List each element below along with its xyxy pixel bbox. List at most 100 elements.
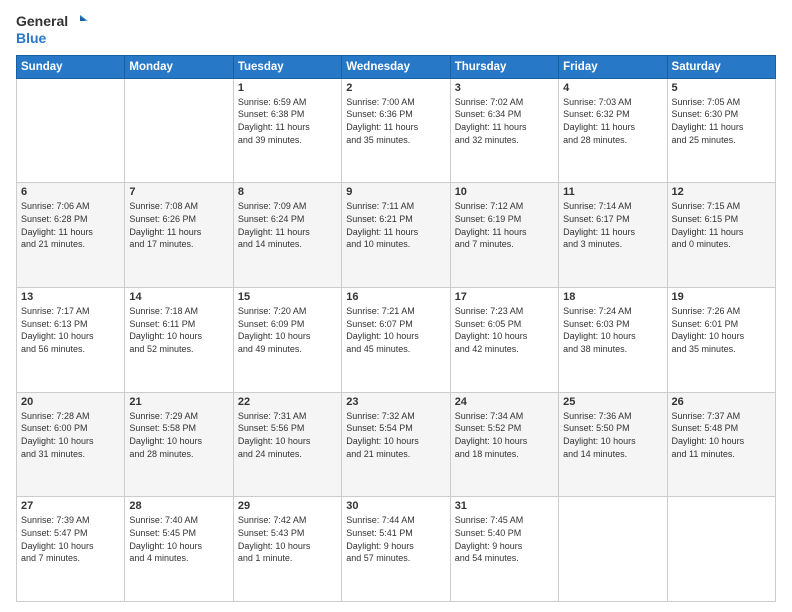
calendar-cell: 2 Sunrise: 7:00 AM Sunset: 6:36 PM Daylig… xyxy=(342,78,450,183)
day-info: Sunrise: 7:06 AM Sunset: 6:28 PM Dayligh… xyxy=(21,200,120,250)
day-header-tuesday: Tuesday xyxy=(233,55,341,78)
day-number: 24 xyxy=(455,396,554,408)
day-info: Sunrise: 7:32 AM Sunset: 5:54 PM Dayligh… xyxy=(346,410,445,460)
week-row-4: 20 Sunrise: 7:28 AM Sunset: 6:00 PM Dayli… xyxy=(17,392,776,497)
day-info: Sunrise: 7:34 AM Sunset: 5:52 PM Dayligh… xyxy=(455,410,554,460)
header: General Blue xyxy=(16,12,776,47)
day-number: 21 xyxy=(129,396,228,408)
calendar-cell: 30 Sunrise: 7:44 AM Sunset: 5:41 PM Dayli… xyxy=(342,497,450,602)
day-header-friday: Friday xyxy=(559,55,667,78)
day-number: 6 xyxy=(21,186,120,198)
day-number: 16 xyxy=(346,291,445,303)
calendar-cell: 31 Sunrise: 7:45 AM Sunset: 5:40 PM Dayli… xyxy=(450,497,558,602)
day-info: Sunrise: 7:11 AM Sunset: 6:21 PM Dayligh… xyxy=(346,200,445,250)
day-info: Sunrise: 7:31 AM Sunset: 5:56 PM Dayligh… xyxy=(238,410,337,460)
logo-blue: Blue xyxy=(16,30,46,47)
calendar-cell: 8 Sunrise: 7:09 AM Sunset: 6:24 PM Daylig… xyxy=(233,183,341,288)
calendar-table: SundayMondayTuesdayWednesdayThursdayFrid… xyxy=(16,55,776,602)
day-number: 26 xyxy=(672,396,771,408)
day-number: 15 xyxy=(238,291,337,303)
day-number: 4 xyxy=(563,82,662,94)
calendar-cell: 22 Sunrise: 7:31 AM Sunset: 5:56 PM Dayli… xyxy=(233,392,341,497)
calendar-cell xyxy=(125,78,233,183)
day-info: Sunrise: 7:44 AM Sunset: 5:41 PM Dayligh… xyxy=(346,514,445,564)
day-info: Sunrise: 7:45 AM Sunset: 5:40 PM Dayligh… xyxy=(455,514,554,564)
calendar-cell: 7Sunrise: 7:08 AM Sunset: 6:26 PM Daylig… xyxy=(125,183,233,288)
calendar-cell xyxy=(559,497,667,602)
day-number: 14 xyxy=(129,291,228,303)
day-number: 18 xyxy=(563,291,662,303)
calendar-cell: 9 Sunrise: 7:11 AM Sunset: 6:21 PM Daylig… xyxy=(342,183,450,288)
day-info: Sunrise: 7:18 AM Sunset: 6:11 PM Dayligh… xyxy=(129,305,228,355)
day-info: Sunrise: 7:36 AM Sunset: 5:50 PM Dayligh… xyxy=(563,410,662,460)
week-row-1: 1 Sunrise: 6:59 AM Sunset: 6:38 PM Daylig… xyxy=(17,78,776,183)
day-header-saturday: Saturday xyxy=(667,55,775,78)
day-number: 7 xyxy=(129,186,228,198)
day-number: 1 xyxy=(238,82,337,94)
day-info: Sunrise: 7:17 AM Sunset: 6:13 PM Dayligh… xyxy=(21,305,120,355)
calendar-cell: 15Sunrise: 7:20 AM Sunset: 6:09 PM Dayli… xyxy=(233,288,341,393)
calendar-cell: 16 Sunrise: 7:21 AM Sunset: 6:07 PM Dayli… xyxy=(342,288,450,393)
calendar-cell: 14 Sunrise: 7:18 AM Sunset: 6:11 PM Dayli… xyxy=(125,288,233,393)
week-row-5: 27Sunrise: 7:39 AM Sunset: 5:47 PM Dayli… xyxy=(17,497,776,602)
day-info: Sunrise: 7:37 AM Sunset: 5:48 PM Dayligh… xyxy=(672,410,771,460)
calendar-cell: 19Sunrise: 7:26 AM Sunset: 6:01 PM Dayli… xyxy=(667,288,775,393)
day-header-wednesday: Wednesday xyxy=(342,55,450,78)
calendar-cell: 10 Sunrise: 7:12 AM Sunset: 6:19 PM Dayli… xyxy=(450,183,558,288)
calendar-cell: 5 Sunrise: 7:05 AM Sunset: 6:30 PM Daylig… xyxy=(667,78,775,183)
day-info: Sunrise: 7:26 AM Sunset: 6:01 PM Dayligh… xyxy=(672,305,771,355)
day-info: Sunrise: 6:59 AM Sunset: 6:38 PM Dayligh… xyxy=(238,96,337,146)
calendar-cell: 18 Sunrise: 7:24 AM Sunset: 6:03 PM Dayli… xyxy=(559,288,667,393)
calendar-cell: 13 Sunrise: 7:17 AM Sunset: 6:13 PM Dayli… xyxy=(17,288,125,393)
day-number: 3 xyxy=(455,82,554,94)
day-info: Sunrise: 7:05 AM Sunset: 6:30 PM Dayligh… xyxy=(672,96,771,146)
calendar-header-row: SundayMondayTuesdayWednesdayThursdayFrid… xyxy=(17,55,776,78)
day-number: 20 xyxy=(21,396,120,408)
day-number: 30 xyxy=(346,500,445,512)
day-info: Sunrise: 7:15 AM Sunset: 6:15 PM Dayligh… xyxy=(672,200,771,250)
day-number: 22 xyxy=(238,396,337,408)
day-number: 13 xyxy=(21,291,120,303)
calendar-cell: 25 Sunrise: 7:36 AM Sunset: 5:50 PM Dayli… xyxy=(559,392,667,497)
calendar-cell: 28 Sunrise: 7:40 AM Sunset: 5:45 PM Dayli… xyxy=(125,497,233,602)
day-number: 9 xyxy=(346,186,445,198)
day-number: 31 xyxy=(455,500,554,512)
day-header-monday: Monday xyxy=(125,55,233,78)
day-number: 27 xyxy=(21,500,120,512)
day-number: 8 xyxy=(238,186,337,198)
week-row-3: 13 Sunrise: 7:17 AM Sunset: 6:13 PM Dayli… xyxy=(17,288,776,393)
calendar-cell: 17Sunrise: 7:23 AM Sunset: 6:05 PM Dayli… xyxy=(450,288,558,393)
calendar-cell: 3 Sunrise: 7:02 AM Sunset: 6:34 PM Daylig… xyxy=(450,78,558,183)
calendar-cell: 27Sunrise: 7:39 AM Sunset: 5:47 PM Dayli… xyxy=(17,497,125,602)
day-number: 5 xyxy=(672,82,771,94)
day-number: 23 xyxy=(346,396,445,408)
week-row-2: 6 Sunrise: 7:06 AM Sunset: 6:28 PM Daylig… xyxy=(17,183,776,288)
day-info: Sunrise: 7:03 AM Sunset: 6:32 PM Dayligh… xyxy=(563,96,662,146)
calendar-cell: 21Sunrise: 7:29 AM Sunset: 5:58 PM Dayli… xyxy=(125,392,233,497)
day-info: Sunrise: 7:02 AM Sunset: 6:34 PM Dayligh… xyxy=(455,96,554,146)
day-info: Sunrise: 7:00 AM Sunset: 6:36 PM Dayligh… xyxy=(346,96,445,146)
day-info: Sunrise: 7:42 AM Sunset: 5:43 PM Dayligh… xyxy=(238,514,337,564)
day-info: Sunrise: 7:24 AM Sunset: 6:03 PM Dayligh… xyxy=(563,305,662,355)
day-info: Sunrise: 7:12 AM Sunset: 6:19 PM Dayligh… xyxy=(455,200,554,250)
day-info: Sunrise: 7:28 AM Sunset: 6:00 PM Dayligh… xyxy=(21,410,120,460)
day-info: Sunrise: 7:40 AM Sunset: 5:45 PM Dayligh… xyxy=(129,514,228,564)
day-info: Sunrise: 7:09 AM Sunset: 6:24 PM Dayligh… xyxy=(238,200,337,250)
day-number: 17 xyxy=(455,291,554,303)
day-info: Sunrise: 7:21 AM Sunset: 6:07 PM Dayligh… xyxy=(346,305,445,355)
day-header-sunday: Sunday xyxy=(17,55,125,78)
calendar-cell: 26 Sunrise: 7:37 AM Sunset: 5:48 PM Dayli… xyxy=(667,392,775,497)
day-number: 25 xyxy=(563,396,662,408)
calendar-cell: 4 Sunrise: 7:03 AM Sunset: 6:32 PM Daylig… xyxy=(559,78,667,183)
calendar-cell: 1 Sunrise: 6:59 AM Sunset: 6:38 PM Daylig… xyxy=(233,78,341,183)
day-number: 29 xyxy=(238,500,337,512)
day-number: 28 xyxy=(129,500,228,512)
day-header-thursday: Thursday xyxy=(450,55,558,78)
day-number: 2 xyxy=(346,82,445,94)
page: General Blue SundayMondayTuesdayWednesda… xyxy=(0,0,792,612)
calendar-cell: 6 Sunrise: 7:06 AM Sunset: 6:28 PM Daylig… xyxy=(17,183,125,288)
day-number: 12 xyxy=(672,186,771,198)
logo: General Blue xyxy=(16,12,88,47)
day-number: 10 xyxy=(455,186,554,198)
day-number: 11 xyxy=(563,186,662,198)
